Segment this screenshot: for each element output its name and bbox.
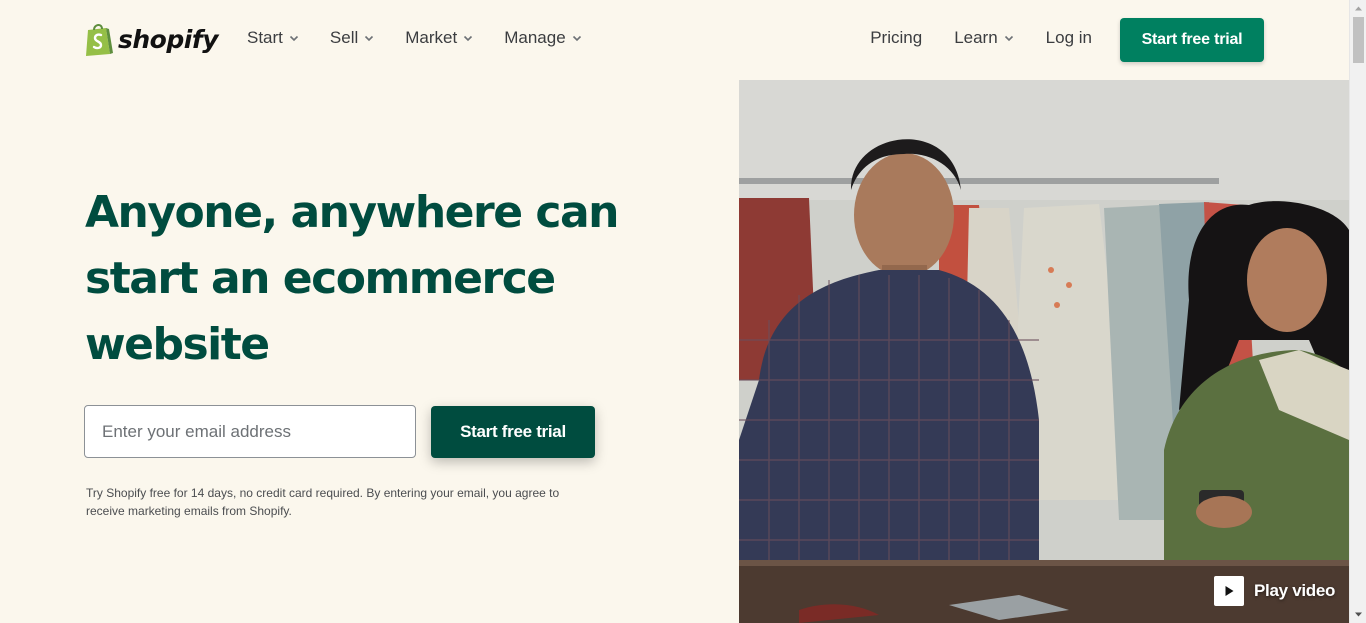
- chevron-down-icon: [464, 35, 473, 42]
- nav-market-label: Market: [405, 28, 458, 47]
- shopify-bag-icon: [86, 24, 113, 56]
- nav-learn-label: Learn: [954, 28, 998, 47]
- nav-login-label: Log in: [1045, 28, 1092, 47]
- scroll-down-arrow-icon[interactable]: [1354, 610, 1363, 619]
- scrollbar-thumb[interactable]: [1353, 17, 1364, 63]
- nav-start-label: Start: [247, 28, 283, 47]
- trial-disclaimer: Try Shopify free for 14 days, no credit …: [86, 484, 586, 520]
- disclaimer-line-1: Try Shopify free for 14 days, no credit …: [86, 486, 560, 500]
- page-scrollbar[interactable]: [1349, 0, 1366, 623]
- headline-line-3: website: [85, 319, 270, 370]
- chevron-down-icon: [365, 35, 374, 42]
- disclaimer-line-2: receive marketing emails from Shopify.: [86, 504, 292, 518]
- nav-learn[interactable]: Learn: [954, 28, 1013, 48]
- chevron-down-icon: [1004, 35, 1013, 42]
- hero-start-trial-button[interactable]: Start free trial: [431, 406, 595, 458]
- nav-pricing[interactable]: Pricing: [870, 28, 922, 48]
- nav-pricing-label: Pricing: [870, 28, 923, 47]
- play-video-label: Play video: [1254, 581, 1336, 600]
- chevron-down-icon: [289, 35, 298, 42]
- nav-login[interactable]: Log in: [1046, 28, 1092, 48]
- play-icon: [1214, 576, 1244, 606]
- nav-sell[interactable]: Sell: [330, 28, 374, 48]
- shopify-logo[interactable]: shopify: [84, 21, 219, 57]
- merchants-illustration: [739, 80, 1349, 623]
- headline-line-1: Anyone, anywhere can: [85, 187, 619, 238]
- primary-nav: Start Sell Market Manage: [247, 28, 582, 48]
- secondary-nav: Pricing Learn Log in: [870, 28, 1092, 48]
- scroll-up-arrow-icon[interactable]: [1354, 4, 1363, 13]
- hero-headline: Anyone, anywhere can start an ecommerce …: [85, 180, 645, 378]
- chevron-down-icon: [572, 35, 581, 42]
- nav-manage[interactable]: Manage: [504, 28, 581, 48]
- nav-start[interactable]: Start: [247, 28, 299, 48]
- nav-manage-label: Manage: [504, 28, 566, 47]
- nav-sell-label: Sell: [329, 28, 359, 47]
- play-video-button[interactable]: Play video: [1214, 576, 1335, 606]
- headline-line-2: start an ecommerce: [85, 253, 556, 304]
- brand-name: shopify: [118, 24, 219, 54]
- email-input[interactable]: [84, 405, 416, 458]
- site-header: shopify Start Sell Market Manage Pricing…: [0, 0, 1349, 80]
- header-start-trial-button[interactable]: Start free trial: [1120, 18, 1264, 62]
- hero-photo: [739, 80, 1349, 623]
- nav-market[interactable]: Market: [405, 28, 473, 48]
